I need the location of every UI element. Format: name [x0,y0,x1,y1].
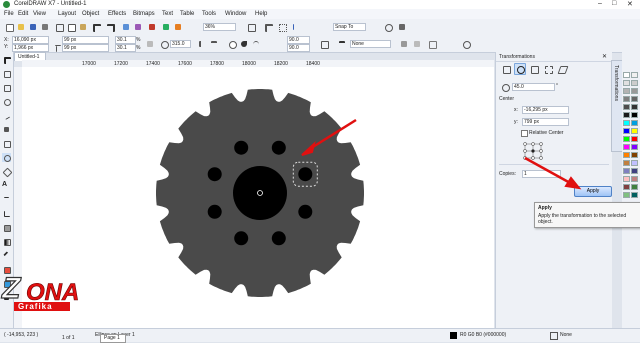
svg-text:Z: Z [1,272,22,305]
zona-grafika-logo: Z ONA Grafika [0,268,96,318]
page-tab-label: Page 1 [104,335,120,341]
fill-color-icon [450,332,457,339]
page-tab[interactable]: Page 1 [100,334,126,343]
outline-none-icon [550,332,558,340]
arrow-to-apply [524,156,573,186]
arrow-to-apply-head [564,176,582,190]
outline-info: None [560,332,572,338]
cursor-coordinates: ( -14,953, 223 ) [4,332,39,338]
page-count: 1 of 1 [62,335,75,341]
arrow-to-circle-head [301,141,316,156]
arrow-to-circle [307,118,357,152]
annotation-arrows [301,118,582,190]
svg-text:Grafika: Grafika [18,302,53,311]
fill-color-info: R0 G0 B0 (#000000) [460,332,507,338]
